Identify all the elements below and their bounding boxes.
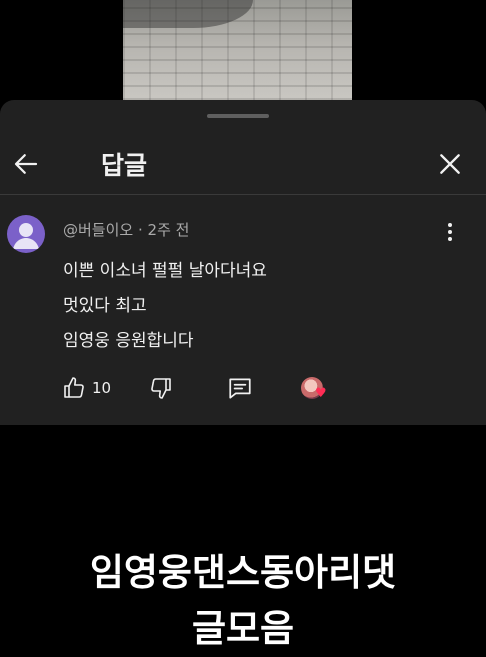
comment-time: 2주 전 (147, 221, 190, 239)
avatar[interactable] (7, 215, 45, 253)
close-icon (440, 154, 460, 174)
user-icon (13, 223, 39, 249)
more-vertical-icon (448, 223, 452, 241)
comment-icon (229, 378, 251, 399)
comment-text-line: 임영웅 응원합니다 (63, 331, 194, 351)
video-thumbnail[interactable] (123, 0, 352, 100)
caption-line: 글모음 (191, 607, 295, 650)
like-button[interactable]: 10 (62, 370, 111, 406)
back-button[interactable] (4, 142, 48, 186)
heart-icon: ♥ (315, 386, 327, 401)
panel-header: 답글 (0, 134, 486, 194)
caption-line: 임영웅댄스동아리댓 (89, 551, 397, 594)
drag-handle[interactable] (207, 114, 269, 118)
comment-actions: 10 ♥ (0, 370, 486, 406)
thumbnail-shadow (123, 0, 253, 28)
comment-meta: @버들이오 · 2주 전 (63, 219, 189, 240)
comment-text-line: 멋있다 최고 (63, 296, 147, 316)
reply-button[interactable] (227, 370, 253, 406)
comment-author[interactable]: @버들이오 (63, 221, 133, 239)
comment-item: @버들이오 · 2주 전 이쁜 이소녀 펄펄 날아다녀요 멋있다 최고 임영웅 … (0, 195, 486, 425)
like-count: 10 (92, 379, 112, 397)
creator-avatar: ♥ (301, 377, 327, 400)
page-title: 답글 (101, 151, 148, 180)
dislike-button[interactable] (149, 370, 173, 406)
comment-menu-button[interactable] (437, 219, 463, 245)
close-button[interactable] (428, 142, 472, 186)
creator-heart-badge: ♥ (301, 370, 327, 406)
replies-panel: 답글 @버들이오 · 2주 전 이쁜 이소녀 펄펄 날아다녀요 멋있다 최고 임… (0, 100, 486, 425)
arrow-left-icon (14, 154, 38, 174)
video-caption: 임영웅댄스동아리댓 글모음 (0, 545, 486, 657)
meta-separator: · (137, 221, 143, 239)
comment-text-line: 이쁜 이소녀 펄펄 날아다녀요 (63, 261, 267, 281)
thumbs-down-icon (151, 378, 171, 399)
thumbs-up-icon (64, 377, 84, 398)
